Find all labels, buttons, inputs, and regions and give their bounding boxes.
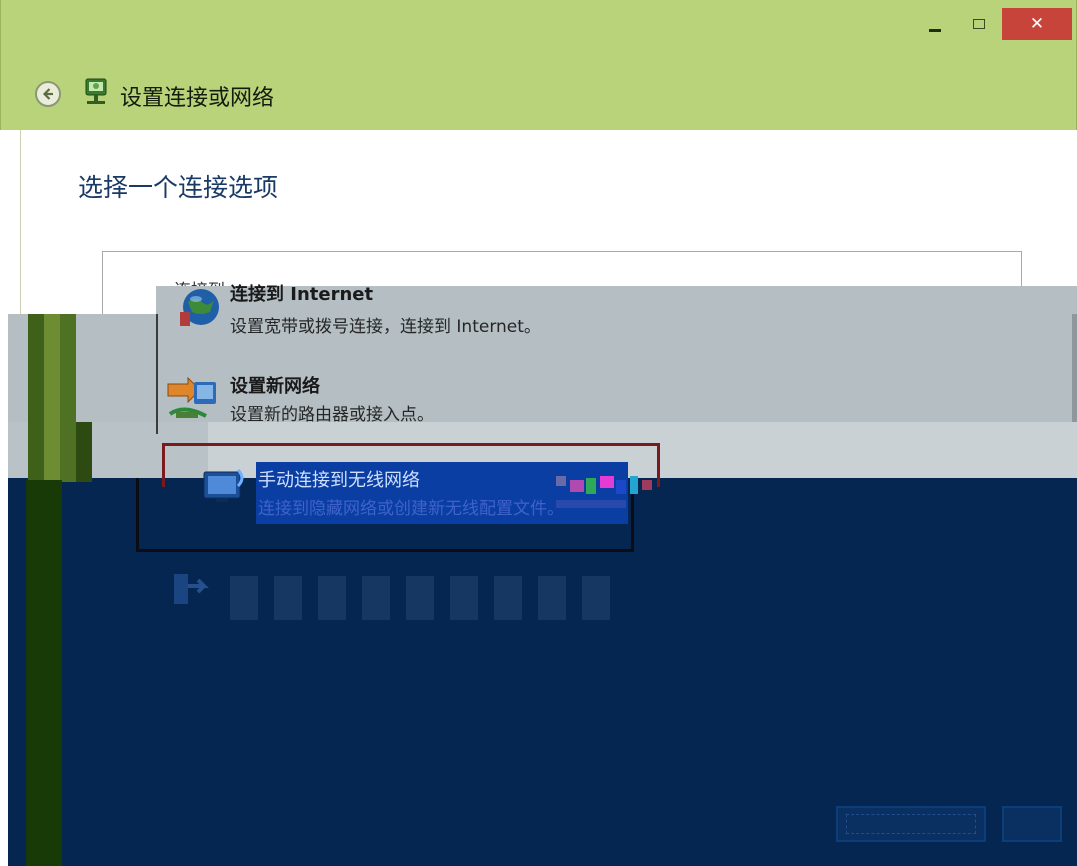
wireless-network-icon: [203, 468, 244, 502]
option-description: 设置宽带或拨号连接，连接到 Internet。: [230, 317, 541, 337]
glitch-strip: [76, 422, 92, 482]
option-connect-internet[interactable]: 连接到 Internet 设置宽带或拨号连接，连接到 Internet。: [170, 280, 1030, 344]
cancel-button[interactable]: [1002, 806, 1062, 842]
network-setup-icon: [85, 78, 107, 104]
ghost-text-bars: [230, 576, 610, 620]
back-button[interactable]: [35, 81, 61, 107]
option-title: 连接到 Internet: [230, 284, 374, 305]
option-title: 设置新网络: [230, 376, 320, 397]
window-title: 设置连接或网络: [120, 86, 275, 111]
glitch-strip: [26, 480, 62, 866]
glitch-strip: [28, 314, 44, 422]
title-bar: ✕ 设置连接或网络: [0, 0, 1077, 130]
glitch-strip: [44, 422, 60, 482]
maximize-button[interactable]: [959, 8, 999, 40]
glitch-strip: [60, 314, 76, 422]
option-title: 手动连接到无线网络: [258, 470, 420, 491]
glitch-strip: [28, 422, 44, 482]
option-setup-new-network[interactable]: 设置新网络 设置新的路由器或接入点。: [166, 370, 1026, 434]
minimize-icon: [929, 28, 941, 32]
glitch-artifact: [556, 476, 652, 508]
workplace-connection-icon: [174, 574, 209, 604]
glitch-strip: [44, 314, 60, 422]
option-description: 设置新的路由器或接入点。: [230, 405, 434, 425]
router-setup-icon: [167, 376, 216, 418]
maximize-icon: [973, 19, 985, 29]
page-heading: 选择一个连接选项: [78, 173, 279, 202]
back-arrow-icon: [42, 88, 53, 100]
divider: [156, 314, 158, 434]
glitch-strip: [60, 422, 76, 482]
option-description: 连接到隐藏网络或创建新无线配置文件。: [258, 499, 564, 519]
focus-rect: [846, 814, 976, 834]
next-button[interactable]: [836, 806, 986, 842]
close-button[interactable]: ✕: [1002, 8, 1072, 40]
close-icon: ✕: [1029, 14, 1045, 34]
globe-network-icon: [180, 289, 219, 326]
minimize-button[interactable]: [913, 8, 957, 40]
scrollbar[interactable]: [1072, 314, 1077, 422]
